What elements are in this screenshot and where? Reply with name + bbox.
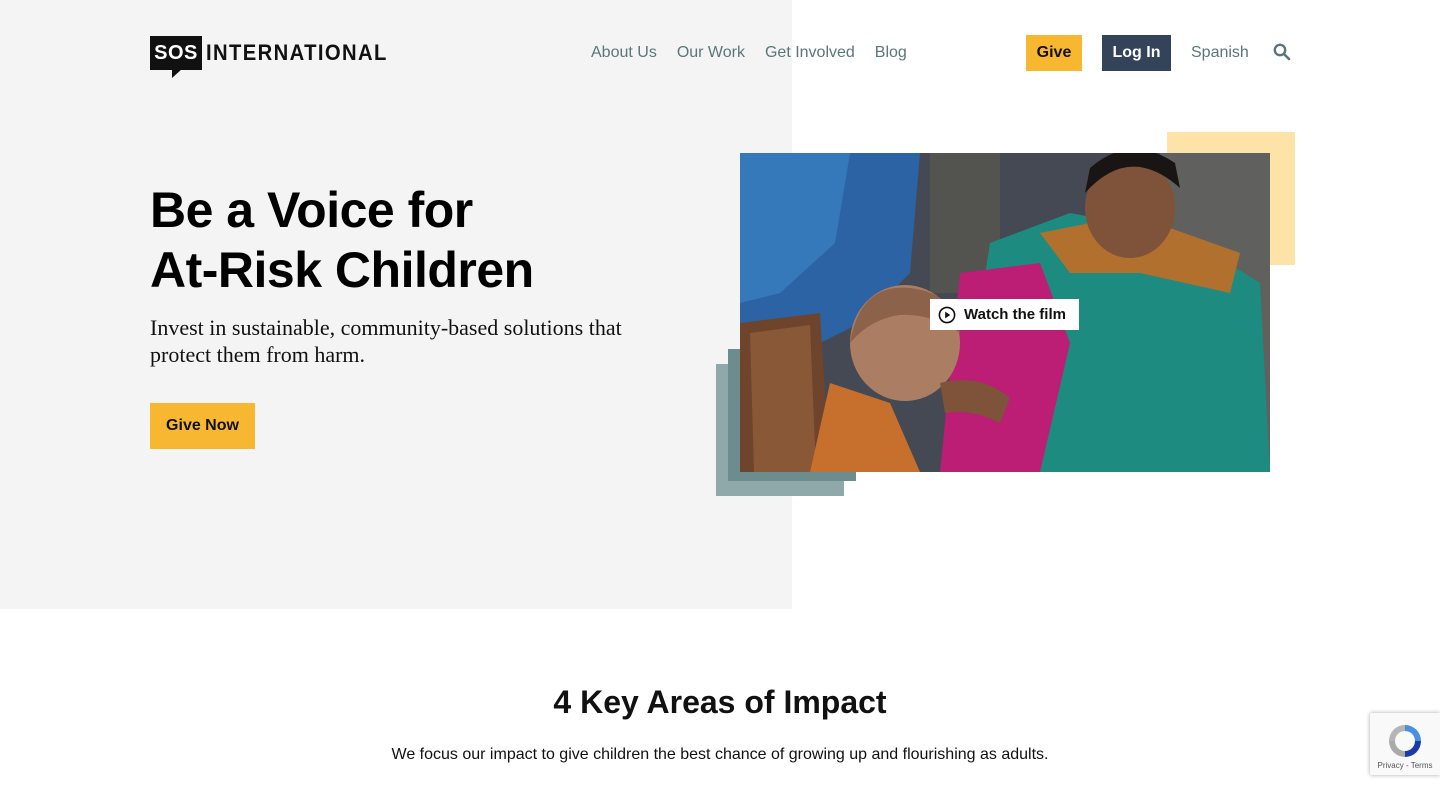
recaptcha-icon xyxy=(1389,725,1421,757)
site-logo[interactable]: SOS INTERNATIONAL xyxy=(150,32,404,78)
give-now-button[interactable]: Give Now xyxy=(150,403,255,449)
logo-mark: SOS xyxy=(150,36,202,78)
impact-section-title: 4 Key Areas of Impact xyxy=(553,684,887,720)
impact-section-subtitle: We focus our impact to give children the… xyxy=(391,746,1049,763)
nav-blog[interactable]: Blog xyxy=(875,44,907,62)
nav-about-us[interactable]: About Us xyxy=(591,44,657,62)
search-icon[interactable] xyxy=(1273,43,1291,61)
give-button[interactable]: Give xyxy=(1026,35,1082,71)
logo-wordmark: INTERNATIONAL xyxy=(206,40,388,65)
hero-title-line-2: At-Risk Children xyxy=(150,242,534,298)
recaptcha-badge[interactable]: Privacy - Terms xyxy=(1370,713,1440,775)
nav-our-work[interactable]: Our Work xyxy=(677,44,745,62)
main-nav: About Us Our Work Get Involved Blog xyxy=(591,44,907,62)
recaptcha-links[interactable]: Privacy - Terms xyxy=(1370,761,1440,770)
watch-film-label: Watch the film xyxy=(964,306,1066,323)
hero-subtitle: Invest in sustainable, community-based s… xyxy=(150,315,622,367)
nav-get-involved[interactable]: Get Involved xyxy=(765,44,855,62)
hero-background xyxy=(0,0,792,609)
watch-film-button[interactable]: Watch the film xyxy=(930,299,1079,330)
login-button[interactable]: Log In xyxy=(1102,35,1171,71)
hero-title-line-1: Be a Voice for xyxy=(150,182,473,238)
language-switch[interactable]: Spanish xyxy=(1191,44,1249,62)
hero-title: Be a Voice for At-Risk Children xyxy=(150,180,534,300)
play-circle-icon xyxy=(938,306,956,323)
